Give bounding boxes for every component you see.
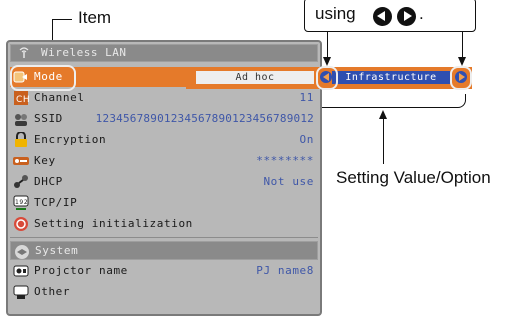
menu-row-ssid[interactable]: SSID 12345678901234567890123456789012 <box>10 109 318 129</box>
menu-row-label: DHCP <box>34 175 63 188</box>
menu-row-encryption[interactable]: Encryption On <box>10 130 318 150</box>
menu-row-label: SSID <box>34 112 63 125</box>
using-callout-line-right <box>462 32 463 58</box>
channel-icon: CH <box>13 90 30 106</box>
mode-option-infrastructure[interactable]: Infrastructure <box>332 71 450 84</box>
menu-row-value: ******** <box>256 154 314 167</box>
item-callout-line-h <box>52 19 72 20</box>
menu-row-value: PJ name8 <box>256 264 314 277</box>
other-icon <box>13 284 29 300</box>
mode-option-ad-hoc[interactable]: Ad hoc <box>196 71 314 84</box>
menu-row-label: Encryption <box>34 133 107 146</box>
projector-icon <box>13 263 29 279</box>
using-callout-label: using <box>315 4 356 23</box>
lock-icon <box>13 131 29 148</box>
menu-row-value: Not use <box>263 175 314 188</box>
menu-title: Wireless LAN <box>10 44 318 62</box>
menu-row-label: Other <box>34 285 71 298</box>
menu-row-key[interactable]: Key ******** <box>10 151 318 171</box>
menu-row-label: Projctor name <box>34 264 128 277</box>
menu-row-projector-name[interactable]: Projctor name PJ name8 <box>10 261 318 281</box>
right-arrow-button-icon <box>397 7 416 26</box>
menu-row-value: 11 <box>299 91 314 104</box>
setting-callout-arrow <box>379 110 387 119</box>
menu-row-label: Key <box>34 154 56 167</box>
menu-divider <box>10 237 318 238</box>
menu-row-setting-initialization[interactable]: Setting initialization <box>10 214 318 234</box>
menu-row-other[interactable]: Other <box>10 282 318 302</box>
using-callout-box: using . <box>304 0 476 32</box>
menu-row-label: System <box>35 244 79 257</box>
menu-row-label: Setting initialization <box>34 217 193 230</box>
right-arrow-highlight <box>450 66 472 90</box>
system-icon <box>14 244 30 260</box>
svg-text:192: 192 <box>15 199 28 206</box>
left-arrow-button-icon <box>373 7 392 26</box>
using-callout-arrow-right <box>458 57 466 66</box>
using-callout-line-left <box>327 32 328 58</box>
dhcp-icon <box>13 174 29 190</box>
setting-callout-label: Setting Value/Option <box>336 168 491 187</box>
menu-row-channel[interactable]: CH Channel 11 <box>10 88 318 108</box>
menu-row-value: On <box>299 133 314 146</box>
setting-callout-line <box>383 118 384 164</box>
reset-icon <box>13 216 29 232</box>
menu-row-value: 12345678901234567890123456789012 <box>95 112 314 125</box>
menu-row-system[interactable]: System <box>10 241 318 260</box>
using-callout-suffix: . <box>419 4 424 23</box>
key-icon <box>13 153 29 169</box>
item-highlight <box>10 65 76 91</box>
menu-row-label: TCP/IP <box>34 196 78 209</box>
ssid-icon <box>13 111 29 127</box>
menu-row-dhcp[interactable]: DHCP Not use <box>10 172 318 192</box>
svg-text:CH: CH <box>16 95 29 105</box>
wireless-icon <box>17 47 31 59</box>
item-callout-label: Item <box>78 8 112 27</box>
using-callout-arrow-left <box>323 57 331 66</box>
menu-row-tcpip[interactable]: 192 TCP/IP <box>10 193 318 213</box>
tcpip-icon: 192 <box>13 195 29 211</box>
menu-title-text: Wireless LAN <box>41 46 127 59</box>
left-arrow-highlight <box>316 66 338 90</box>
menu-row-label: Channel <box>34 91 85 104</box>
